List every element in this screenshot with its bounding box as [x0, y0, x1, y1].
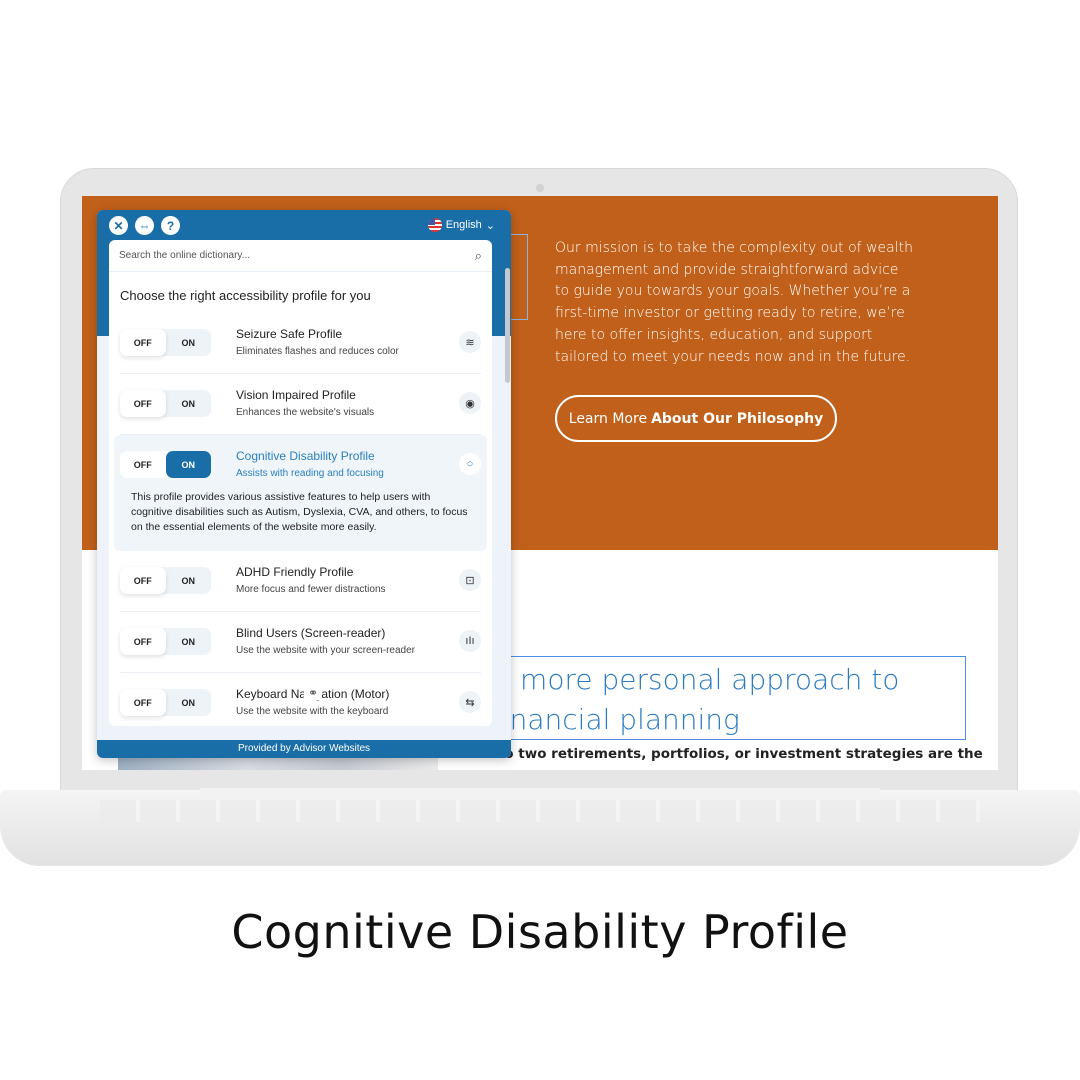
- search-input[interactable]: Search the online dictionary...: [119, 250, 250, 261]
- profile-desc: Use the website with the keyboard: [236, 706, 389, 717]
- off-option[interactable]: OFF: [120, 567, 166, 594]
- profile-title: Seizure Safe Profile: [236, 327, 343, 341]
- section-subtext: No two retirements, portfolios, or inves…: [493, 746, 983, 762]
- mission-text: Our mission is to take the complexity ou…: [555, 240, 913, 365]
- profile-toggle[interactable]: OFF ON: [120, 628, 211, 655]
- profile-toggle[interactable]: OFF ON: [120, 451, 211, 478]
- laptop-notch: [200, 788, 880, 798]
- off-option[interactable]: OFF: [120, 689, 166, 716]
- language-label: English: [445, 219, 482, 231]
- eye-icon: ◉: [459, 392, 481, 414]
- profile-toggle[interactable]: OFF ON: [120, 689, 211, 716]
- on-option[interactable]: ON: [166, 329, 212, 356]
- on-option[interactable]: ON: [166, 390, 212, 417]
- profile-desc: More focus and fewer distractions: [236, 584, 386, 595]
- scrollbar[interactable]: [505, 268, 510, 383]
- learn-more-bold: About Our Philosophy: [651, 410, 824, 427]
- seizure-icon: ≋: [459, 331, 481, 353]
- profile-toggle[interactable]: OFF ON: [120, 567, 211, 594]
- learn-more-prefix: Learn More: [568, 410, 648, 427]
- chevron-down-icon: ⌄: [485, 219, 495, 232]
- help-icon[interactable]: ?: [161, 216, 180, 235]
- laptop-camera: [536, 184, 544, 192]
- section-heading: A more personal approach to financial pl…: [492, 663, 900, 736]
- widget-footer: Provided by Advisor Websites: [97, 740, 511, 758]
- laptop-keyboard: [100, 800, 980, 822]
- profile-title: ADHD Friendly Profile: [236, 565, 354, 579]
- profile-row: OFF ON ADHD Friendly Profile More focus a…: [120, 551, 481, 612]
- on-option[interactable]: ON: [166, 628, 212, 655]
- profile-desc: Assists with reading and focusing: [236, 468, 384, 479]
- profile-row: OFF ON Cognitive Disability Profile Assis…: [114, 435, 487, 551]
- off-option[interactable]: OFF: [120, 329, 166, 356]
- search-icon[interactable]: ⌕: [475, 248, 482, 264]
- off-option[interactable]: OFF: [120, 628, 166, 655]
- off-option[interactable]: OFF: [120, 451, 166, 478]
- focus-icon: ⊡: [459, 569, 481, 591]
- profiles-heading: Choose the right accessibility profile f…: [120, 288, 371, 303]
- profile-row: OFFON Keyboard Navigation (Motor) Use th…: [120, 673, 481, 726]
- on-option[interactable]: ON: [165, 451, 211, 478]
- profile-desc: Eliminates flashes and reduces color: [236, 346, 399, 357]
- off-option[interactable]: OFF: [120, 390, 166, 417]
- dictionary-search[interactable]: Search the online dictionary... ⌕: [109, 240, 492, 272]
- on-option[interactable]: ON: [166, 689, 212, 716]
- profile-row: OFF ON Blind Users (Screen-reader) Use th…: [120, 612, 481, 673]
- profile-desc: Use the website with your screen-reader: [236, 645, 415, 656]
- accessibility-widget: ✕ ⇔ ? English ⌄ Search the online diction…: [97, 210, 511, 758]
- on-option[interactable]: ON: [166, 567, 212, 594]
- profile-desc: Enhances the website's visuals: [236, 407, 375, 418]
- profile-title: Blind Users (Screen-reader): [236, 626, 386, 640]
- profile-toggle[interactable]: OFF ON: [120, 329, 211, 356]
- close-icon[interactable]: ✕: [109, 216, 128, 235]
- profile-long-desc: This profile provides various assistive …: [131, 491, 468, 533]
- learn-more-button[interactable]: Learn More About Our Philosophy: [555, 395, 837, 442]
- profile-row: OFF ON Seizure Safe Profile Eliminates fl…: [120, 313, 481, 374]
- language-selector[interactable]: English ⌄: [427, 218, 495, 232]
- profile-toggle[interactable]: OFF ON: [120, 390, 211, 417]
- us-flag-icon: [427, 218, 442, 232]
- profile-title: Vision Impaired Profile: [236, 388, 356, 402]
- circle-icon: ○: [459, 453, 481, 475]
- profiles-panel: Search the online dictionary... ⌕ Choose …: [109, 240, 492, 726]
- link-icon: ⚭: [304, 686, 323, 700]
- arrows-icon: ⇆: [459, 691, 481, 713]
- caption: Cognitive Disability Profile: [231, 905, 849, 959]
- audio-icon: ıIı: [459, 630, 481, 652]
- profile-title: Cognitive Disability Profile: [236, 449, 375, 463]
- profile-row: OFF ON Vision Impaired Profile Enhances t…: [120, 374, 481, 435]
- resize-icon[interactable]: ⇔: [135, 216, 154, 235]
